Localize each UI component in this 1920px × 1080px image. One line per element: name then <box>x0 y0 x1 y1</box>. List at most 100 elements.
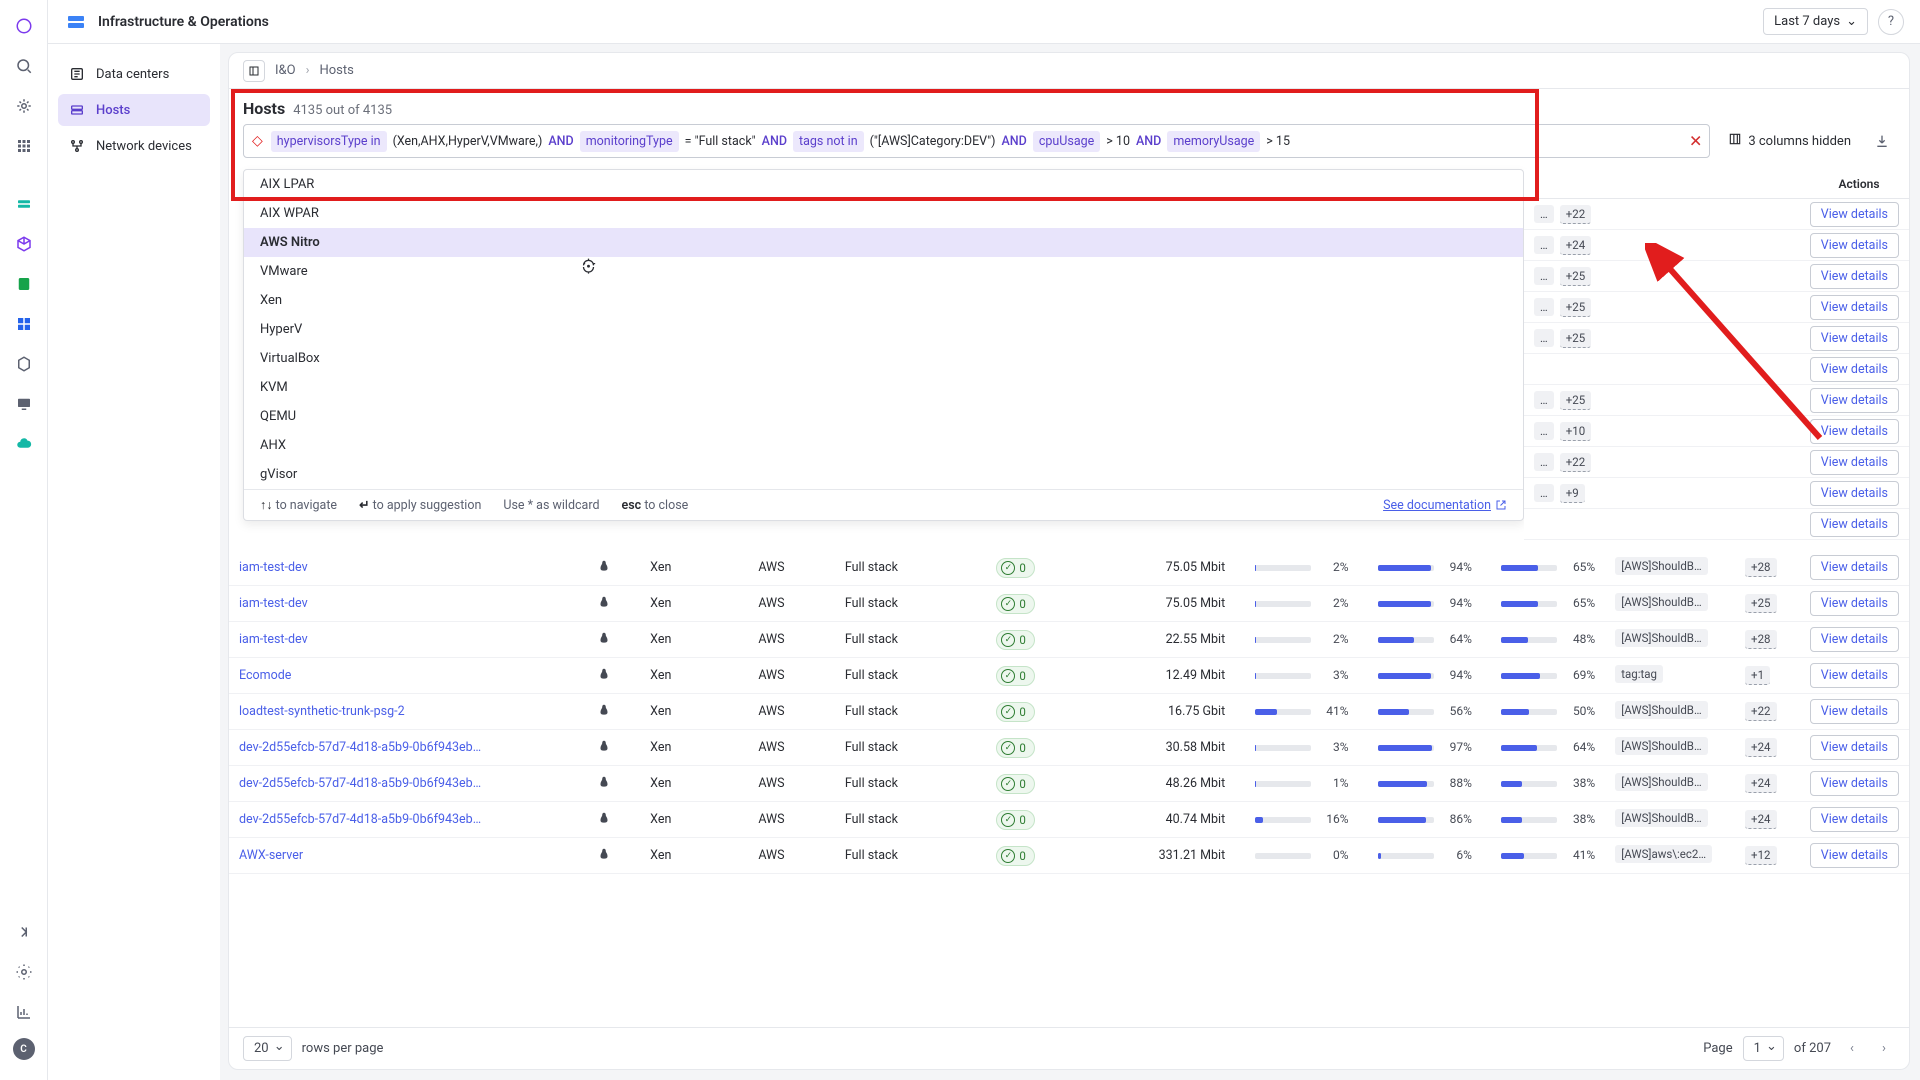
view-details-button[interactable]: View details <box>1810 202 1899 227</box>
view-details-button[interactable]: View details <box>1810 699 1899 724</box>
collapse-nav-button[interactable] <box>243 60 265 82</box>
download-button[interactable] <box>1869 128 1895 154</box>
view-details-button[interactable]: View details <box>1810 771 1899 796</box>
problems-badge[interactable]: ✓0 <box>996 630 1034 650</box>
tag-more[interactable]: +9 <box>1560 484 1585 503</box>
gear-icon[interactable] <box>10 958 38 986</box>
dd-item[interactable]: gVisor <box>244 460 1523 489</box>
problems-badge[interactable]: ✓0 <box>996 774 1034 794</box>
tag-more[interactable]: +25 <box>1560 298 1591 317</box>
columns-hidden-button[interactable]: 3 columns hidden <box>1720 126 1859 156</box>
tag-chip[interactable]: … <box>1534 236 1554 254</box>
dd-item[interactable]: VirtualBox <box>244 344 1523 373</box>
tag-chip[interactable]: … <box>1534 422 1554 440</box>
tag-more[interactable]: +28 <box>1745 558 1776 577</box>
tag-chip[interactable]: … <box>1534 205 1554 223</box>
host-link[interactable]: Ecomode <box>239 668 291 683</box>
dd-item[interactable]: KVM <box>244 373 1523 402</box>
host-link[interactable]: iam-test-dev <box>239 560 308 575</box>
view-details-button[interactable]: View details <box>1810 388 1899 413</box>
problems-badge[interactable]: ✓0 <box>996 558 1034 578</box>
clear-filter-button[interactable]: ✕ <box>1689 132 1702 151</box>
tag-chip[interactable]: [AWS]ShouldB… <box>1615 557 1707 575</box>
tag-more[interactable]: +25 <box>1560 329 1591 348</box>
tag-chip[interactable]: … <box>1534 391 1554 409</box>
host-link[interactable]: iam-test-dev <box>239 632 308 647</box>
tag-more[interactable]: +25 <box>1560 391 1591 410</box>
problems-badge[interactable]: ✓0 <box>996 810 1034 830</box>
problems-badge[interactable]: ✓0 <box>996 594 1034 614</box>
dd-item[interactable]: AWS Nitro <box>244 228 1523 257</box>
rail-cloud-icon[interactable] <box>10 430 38 458</box>
chart-icon[interactable] <box>10 998 38 1026</box>
tag-more[interactable]: +22 <box>1560 453 1591 472</box>
view-details-button[interactable]: View details <box>1810 264 1899 289</box>
host-link[interactable]: dev-2d55efcb-57d7-4d18-a5b9-0b6f943eb… <box>239 812 481 827</box>
sidebar-item-hosts[interactable]: Hosts <box>58 94 210 126</box>
sidebar-item-datacenters[interactable]: Data centers <box>58 58 210 90</box>
tag-chip[interactable]: [AWS]aws\:ec2… <box>1615 845 1712 863</box>
view-details-button[interactable]: View details <box>1810 843 1899 868</box>
see-documentation-link[interactable]: See documentation <box>1383 498 1507 513</box>
rail-monitor-icon[interactable] <box>10 390 38 418</box>
problems-badge[interactable]: ✓0 <box>996 666 1034 686</box>
expand-rail-icon[interactable] <box>10 918 38 946</box>
tag-more[interactable]: +24 <box>1745 774 1776 793</box>
tag-chip[interactable]: tag:tag <box>1615 665 1663 683</box>
rail-hex-icon[interactable] <box>10 350 38 378</box>
host-link[interactable]: dev-2d55efcb-57d7-4d18-a5b9-0b6f943eb… <box>239 740 481 755</box>
tag-more[interactable]: +24 <box>1745 810 1776 829</box>
tag-more[interactable]: +25 <box>1745 594 1776 613</box>
view-details-button[interactable]: View details <box>1810 357 1899 382</box>
view-details-button[interactable]: View details <box>1810 419 1899 444</box>
host-link[interactable]: iam-test-dev <box>239 596 308 611</box>
rows-per-page-select[interactable]: 20 <box>243 1036 292 1061</box>
dd-item[interactable]: QEMU <box>244 402 1523 431</box>
dd-item[interactable]: HyperV <box>244 315 1523 344</box>
view-details-button[interactable]: View details <box>1810 591 1899 616</box>
tag-more[interactable]: +25 <box>1560 267 1591 286</box>
problems-badge[interactable]: ✓0 <box>996 702 1034 722</box>
view-details-button[interactable]: View details <box>1810 295 1899 320</box>
tag-more[interactable]: +22 <box>1560 205 1591 224</box>
prev-page-button[interactable]: ‹ <box>1841 1038 1863 1060</box>
filter-input[interactable]: ◇ hypervisorsType in (Xen,AHX,HyperV,VMw… <box>243 124 1710 158</box>
view-details-button[interactable]: View details <box>1810 807 1899 832</box>
search-icon[interactable] <box>10 52 38 80</box>
tag-chip[interactable]: [AWS]ShouldB… <box>1615 809 1707 827</box>
tag-chip[interactable]: [AWS]ShouldB… <box>1615 773 1707 791</box>
host-link[interactable]: AWX-server <box>239 848 303 863</box>
tag-chip[interactable]: [AWS]ShouldB… <box>1615 629 1707 647</box>
view-details-button[interactable]: View details <box>1810 627 1899 652</box>
view-details-button[interactable]: View details <box>1810 326 1899 351</box>
tag-chip[interactable]: … <box>1534 453 1554 471</box>
tag-more[interactable]: +1 <box>1745 666 1770 685</box>
help-button[interactable]: ? <box>1878 9 1904 35</box>
dd-item[interactable]: VMware <box>244 257 1523 286</box>
crumb-root[interactable]: I&O <box>275 63 296 78</box>
dd-item[interactable]: AIX WPAR <box>244 199 1523 228</box>
dd-item[interactable]: AIX LPAR <box>244 170 1523 199</box>
tag-more[interactable]: +24 <box>1560 236 1591 255</box>
dd-item[interactable]: Xen <box>244 286 1523 315</box>
rail-cube-icon[interactable] <box>10 230 38 258</box>
page-select[interactable]: 1 <box>1743 1036 1784 1061</box>
view-details-button[interactable]: View details <box>1810 450 1899 475</box>
next-page-button[interactable]: › <box>1873 1038 1895 1060</box>
view-details-button[interactable]: View details <box>1810 735 1899 760</box>
tag-more[interactable]: +28 <box>1745 630 1776 649</box>
problems-badge[interactable]: ✓0 <box>996 738 1034 758</box>
tag-chip[interactable]: [AWS]ShouldB… <box>1615 737 1707 755</box>
tag-chip[interactable]: … <box>1534 484 1554 502</box>
apps-icon[interactable] <box>10 132 38 160</box>
view-details-button[interactable]: View details <box>1810 233 1899 258</box>
tag-more[interactable]: +10 <box>1560 422 1591 441</box>
host-link[interactable]: loadtest-synthetic-trunk-psg-2 <box>239 704 405 719</box>
hub-icon[interactable] <box>10 92 38 120</box>
view-details-button[interactable]: View details <box>1810 512 1899 537</box>
tag-more[interactable]: +24 <box>1745 738 1776 757</box>
problems-badge[interactable]: ✓0 <box>996 846 1034 866</box>
tag-more[interactable]: +22 <box>1745 702 1776 721</box>
sidebar-item-network[interactable]: Network devices <box>58 130 210 162</box>
host-link[interactable]: dev-2d55efcb-57d7-4d18-a5b9-0b6f943eb… <box>239 776 481 791</box>
